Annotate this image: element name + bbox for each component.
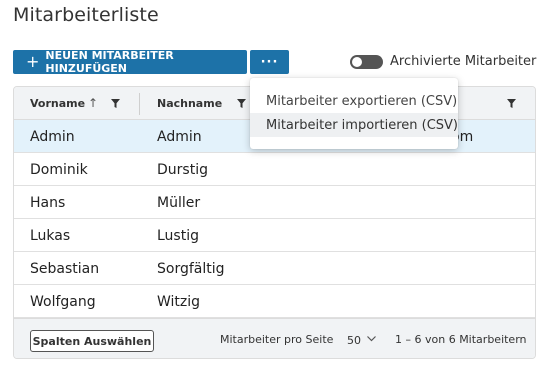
menu-item-export-csv[interactable]: Mitarbeiter exportieren (CSV) [250, 89, 458, 113]
menu-item-import-csv[interactable]: Mitarbeiter importieren (CSV) [250, 113, 458, 137]
cell-vorname: Dominik [30, 161, 88, 178]
table-row[interactable]: Wolfgang Witzig [14, 285, 535, 318]
cell-nachname: Admin [157, 128, 202, 145]
filter-icon[interactable] [507, 99, 516, 108]
table-row[interactable]: Lukas Lustig [14, 219, 535, 252]
select-columns-button[interactable]: Spalten Auswählen [30, 330, 154, 352]
filter-icon[interactable] [111, 99, 120, 108]
toggle-knob [352, 57, 362, 67]
cell-nachname: Durstig [157, 161, 208, 178]
chevron-down-icon [367, 335, 376, 345]
archived-toggle-label: Archivierte Mitarbeiter [390, 54, 537, 69]
column-separator[interactable] [139, 93, 140, 115]
table-footer: Spalten Auswählen Mitarbeiter pro Seite … [14, 318, 535, 358]
table-row[interactable]: Dominik Durstig [14, 153, 535, 186]
rows-per-page-select[interactable]: 50 [347, 331, 383, 349]
more-options-button[interactable]: ··· [250, 50, 289, 74]
cell-nachname: Witzig [157, 293, 201, 310]
cell-vorname: Lukas [30, 227, 71, 244]
column-header-vorname[interactable]: Vorname [30, 87, 85, 120]
add-employee-button[interactable]: + NEUEN MITARBEITER HINZUFÜGEN [13, 49, 247, 75]
cell-vorname: Sebastian [30, 260, 100, 277]
arrow-up-icon[interactable]: ↑ [88, 96, 98, 110]
column-header-nachname[interactable]: Nachname [157, 87, 222, 120]
table-row[interactable]: Sebastian Sorgfältig [14, 252, 535, 285]
archived-toggle[interactable] [350, 55, 383, 69]
filter-icon[interactable] [237, 99, 246, 108]
add-employee-button-label: NEUEN MITARBEITER HINZUFÜGEN [45, 49, 174, 75]
cell-nachname: Sorgfältig [157, 260, 225, 277]
rows-per-page-value: 50 [347, 333, 361, 347]
page-title: Mitarbeiterliste [13, 4, 159, 26]
rows-per-page-label: Mitarbeiter pro Seite [220, 333, 334, 346]
cell-vorname: Hans [30, 194, 66, 211]
cell-vorname: Admin [30, 128, 75, 145]
more-options-menu: Mitarbeiter exportieren (CSV) Mitarbeite… [250, 78, 458, 149]
table-row[interactable]: Hans Müller [14, 186, 535, 219]
cell-nachname: Lustig [157, 227, 199, 244]
cell-vorname: Wolfgang [30, 293, 96, 310]
cell-nachname: Müller [157, 194, 201, 211]
plus-icon: + [26, 52, 40, 71]
pagination-range: 1 – 6 von 6 Mitarbeitern [395, 333, 527, 346]
